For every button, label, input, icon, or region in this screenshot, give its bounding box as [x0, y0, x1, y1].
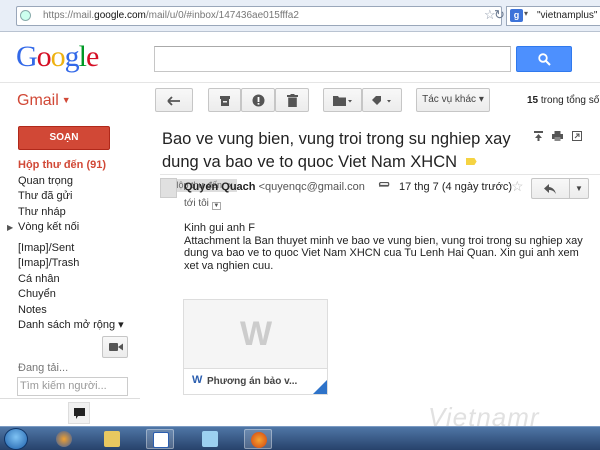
reply-button[interactable] — [531, 178, 569, 199]
sidebar-item-important[interactable]: Quan trọng — [0, 174, 140, 190]
globe-icon — [20, 10, 31, 21]
taskbar-firefox[interactable] — [244, 429, 272, 449]
star-icon[interactable]: ☆ — [511, 178, 524, 195]
chevron-down-icon: ▼ — [575, 184, 583, 193]
chevron-down-icon: ▼ — [61, 95, 71, 105]
sidebar-divider — [0, 398, 140, 399]
paperclip-icon — [378, 181, 392, 193]
email-body: Kinh gui anh F Attachment la Ban thuyet … — [184, 222, 594, 272]
video-call-button[interactable] — [102, 336, 128, 358]
chat-button[interactable] — [68, 402, 90, 424]
attachment-card[interactable]: W W Phương án bảo v... — [183, 299, 328, 395]
sidebar-item-imap-sent[interactable]: [Imap]/Sent — [0, 241, 140, 257]
word-document-icon: W — [239, 315, 273, 353]
delete-button[interactable] — [275, 88, 309, 112]
email-date: 17 thg 7 (4 ngày trước) — [399, 181, 513, 193]
sidebar-item-notes[interactable]: Notes — [0, 303, 140, 319]
sidebar-item-imap-trash[interactable]: [Imap]/Trash — [0, 256, 140, 272]
sidebar-item-drafts[interactable]: Thư nháp — [0, 205, 140, 221]
sidebar-item-inbox[interactable]: Hộp thư đến (91) — [0, 158, 140, 174]
expand-arrow-icon[interactable]: ▶ — [7, 220, 13, 236]
taskbar-word[interactable] — [146, 429, 174, 449]
back-arrow-icon — [167, 96, 180, 106]
taskbar — [0, 426, 600, 450]
subject-actions — [534, 131, 588, 144]
email-message: Attachment la Ban thuyet minh ve bao ve … — [184, 234, 583, 272]
loading-text: Đang tải... — [18, 362, 69, 374]
header-divider — [0, 82, 600, 83]
reply-more-button[interactable]: ▼ — [569, 178, 589, 199]
message-divider — [160, 174, 600, 175]
sender-info[interactable]: Quyen Quach <quyenqc@gmail.con — [184, 181, 365, 193]
archive-icon — [219, 95, 230, 106]
tag-icon — [372, 95, 391, 105]
chevron-down-icon[interactable]: ▾ — [524, 9, 528, 18]
url-bar[interactable]: https://mail.google.com/mail/u/0/#inbox/… — [16, 6, 502, 26]
video-camera-icon — [109, 343, 123, 351]
sender-avatar[interactable] — [160, 178, 177, 198]
print-icon[interactable] — [552, 131, 564, 144]
new-window-icon[interactable] — [572, 131, 583, 144]
search-button[interactable] — [516, 46, 572, 72]
word-icon: W — [192, 374, 203, 386]
labels-button[interactable] — [362, 88, 402, 112]
more-actions-button[interactable]: Tác vụ khác ▾ — [416, 88, 490, 112]
sidebar-item-sent[interactable]: Thư đã gửi — [0, 189, 140, 205]
chevron-down-icon: ▾ — [478, 94, 484, 105]
sidebar-item-transfer[interactable]: Chuyển — [0, 287, 140, 303]
sidebar-item-personal[interactable]: Cá nhân — [0, 272, 140, 288]
important-marker-icon[interactable] — [465, 158, 477, 165]
back-to-inbox-button[interactable] — [155, 88, 193, 112]
archive-button[interactable] — [208, 88, 241, 112]
reply-icon — [544, 184, 556, 194]
compose-button[interactable]: SOẠN — [18, 126, 110, 150]
sidebar-item-more[interactable]: Danh sách mở rộng ▾ — [0, 318, 140, 334]
report-spam-button[interactable] — [241, 88, 275, 112]
move-to-button[interactable] — [323, 88, 362, 112]
refresh-icon[interactable]: ↻ — [494, 7, 505, 23]
folder-icon — [332, 96, 352, 107]
taskbar-explorer[interactable] — [98, 429, 126, 449]
recipient-info: tới tôi ▼ — [184, 198, 221, 210]
search-icon — [538, 53, 551, 66]
sidebar-item-circles[interactable]: ▶ Vòng kết nối — [0, 220, 140, 236]
g-icon[interactable]: g — [510, 9, 523, 22]
chat-bubble-icon — [74, 408, 85, 419]
taskbar-media-player[interactable] — [50, 429, 78, 449]
sidebar-nav: Hộp thư đến (91) Quan trọng Thư đã gửi T… — [0, 158, 140, 334]
gmail-menu[interactable]: Gmail ▼ — [17, 92, 71, 110]
attachment-corner-icon — [313, 380, 327, 394]
attachment-bar: W Phương án bảo v... — [184, 368, 327, 394]
spam-icon — [252, 94, 264, 107]
google-logo: Google — [16, 40, 99, 73]
people-search-input[interactable]: Tìm kiếm người... — [17, 377, 128, 396]
expand-all-icon[interactable] — [534, 131, 543, 144]
attachment-name: Phương án bảo v... — [207, 376, 298, 387]
trash-icon — [286, 94, 298, 108]
message-count: 15 trong tổng số — [527, 95, 600, 106]
browser-address-bar: https://mail.google.com/mail/u/0/#inbox/… — [0, 0, 600, 32]
taskbar-notepad[interactable] — [196, 429, 224, 449]
email-greeting: Kinh gui anh F — [184, 222, 255, 234]
start-button[interactable] — [4, 428, 28, 450]
mail-search-input[interactable] — [154, 46, 511, 72]
recipient-details-icon[interactable]: ▼ — [211, 202, 221, 210]
